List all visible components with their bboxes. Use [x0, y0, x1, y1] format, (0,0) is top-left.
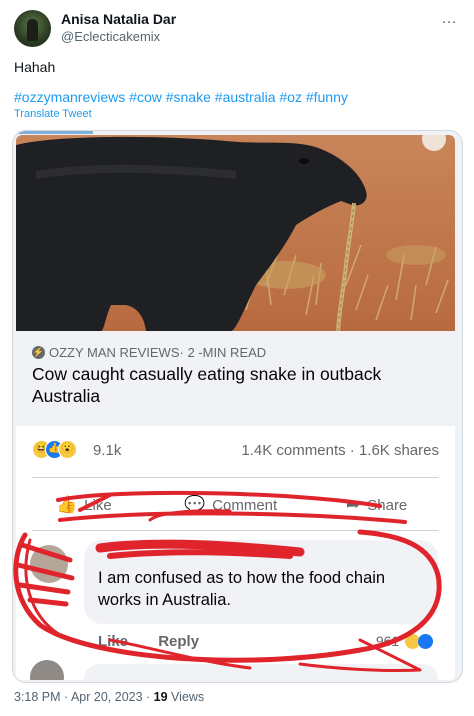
link-headline[interactable]: Cow caught casually eating snake in outb… — [32, 363, 442, 407]
reaction-count[interactable]: 9.1k — [93, 442, 121, 459]
commenter-avatar[interactable] — [30, 545, 68, 583]
next-commenter-avatar[interactable] — [30, 660, 64, 680]
comment-reaction-number: 961 — [375, 633, 400, 649]
hashtag-link[interactable]: #funny — [306, 89, 348, 105]
like-button[interactable]: 👍 Like — [56, 495, 112, 515]
hashtag-link[interactable]: #ozzymanreviews — [14, 89, 125, 105]
comment-label: Comment — [212, 496, 278, 514]
hashtag-link[interactable]: #australia — [215, 89, 276, 105]
wow-reaction-icon: 😮 — [58, 440, 77, 459]
share-label: Share — [367, 496, 408, 514]
tweet-timestamp: 3:18 PM · Apr 20, 2023 · 19 Views — [14, 690, 204, 704]
cow-eating-snake-photo — [16, 135, 455, 331]
more-options-icon[interactable]: … — [441, 10, 458, 28]
timestamp-text[interactable]: 3:18 PM · Apr 20, 2023 · — [14, 690, 154, 704]
hashtag-link[interactable]: #cow — [129, 89, 162, 105]
like-reaction-icon — [418, 634, 433, 649]
views-label: Views — [167, 690, 205, 704]
reactions-summary: 😆 👍 😮 9.1k 1.4K comments · 1.6K shares — [16, 435, 455, 465]
tweet-media-image[interactable]: ⚡ OZZY MAN REVIEWS · 2 -MIN READ Cow cau… — [12, 130, 463, 683]
read-time: · 2 -MIN READ — [179, 345, 267, 360]
engagement-stats[interactable]: 1.4K comments · 1.6K shares — [241, 442, 439, 459]
next-comment-bubble — [84, 664, 438, 680]
share-arrow-icon: ➦ — [346, 495, 361, 514]
divider — [32, 477, 439, 478]
link-preview[interactable]: ⚡ OZZY MAN REVIEWS · 2 -MIN READ Cow cau… — [16, 331, 455, 426]
share-button[interactable]: ➦ Share — [346, 495, 407, 515]
comment-reply-button[interactable]: Reply — [158, 633, 199, 650]
source-name: OZZY MAN REVIEWS — [49, 345, 180, 360]
like-label: Like — [84, 496, 112, 514]
divider — [32, 530, 439, 531]
facebook-post-card: ⚡ OZZY MAN REVIEWS · 2 -MIN READ Cow cau… — [16, 135, 455, 680]
comment-bubble: I am confused as to how the food chain w… — [84, 540, 438, 624]
link-source: ⚡ OZZY MAN REVIEWS · 2 -MIN READ — [32, 345, 266, 360]
author-display-name[interactable]: Anisa Natalia Dar — [61, 11, 176, 27]
comment-like-button[interactable]: Like — [98, 633, 128, 650]
tweet-header: Anisa Natalia Dar @Eclecticakemix … — [14, 8, 464, 50]
comment-button[interactable]: 💬 Comment — [184, 495, 277, 515]
views-count[interactable]: 19 — [154, 690, 168, 704]
comment-reaction-count[interactable]: 961 — [376, 633, 433, 649]
speech-bubble-icon: 💬 — [184, 495, 206, 514]
hashtag-link[interactable]: #snake — [166, 89, 211, 105]
top-comment: I am confused as to how the food chain w… — [16, 540, 455, 680]
redacted-commenter-name — [98, 546, 298, 558]
post-action-bar: 👍 Like 💬 Comment ➦ Share — [16, 487, 455, 525]
reaction-icons[interactable]: 😆 👍 😮 — [32, 440, 88, 460]
comment-text: I am confused as to how the food chain w… — [98, 569, 386, 609]
lightning-icon: ⚡ — [32, 346, 45, 359]
hashtag-list: #ozzymanreviews #cow #snake #australia #… — [14, 89, 348, 105]
media-accent-line — [13, 131, 93, 134]
thumbs-up-icon: 👍 — [56, 495, 78, 514]
hashtag-link[interactable]: #oz — [279, 89, 302, 105]
author-avatar[interactable] — [14, 10, 51, 47]
comment-actions: Like Reply — [98, 633, 225, 650]
translate-tweet-link[interactable]: Translate Tweet — [14, 108, 92, 120]
author-handle[interactable]: @Eclecticakemix — [61, 29, 160, 44]
tweet-text: Hahah — [14, 59, 56, 75]
